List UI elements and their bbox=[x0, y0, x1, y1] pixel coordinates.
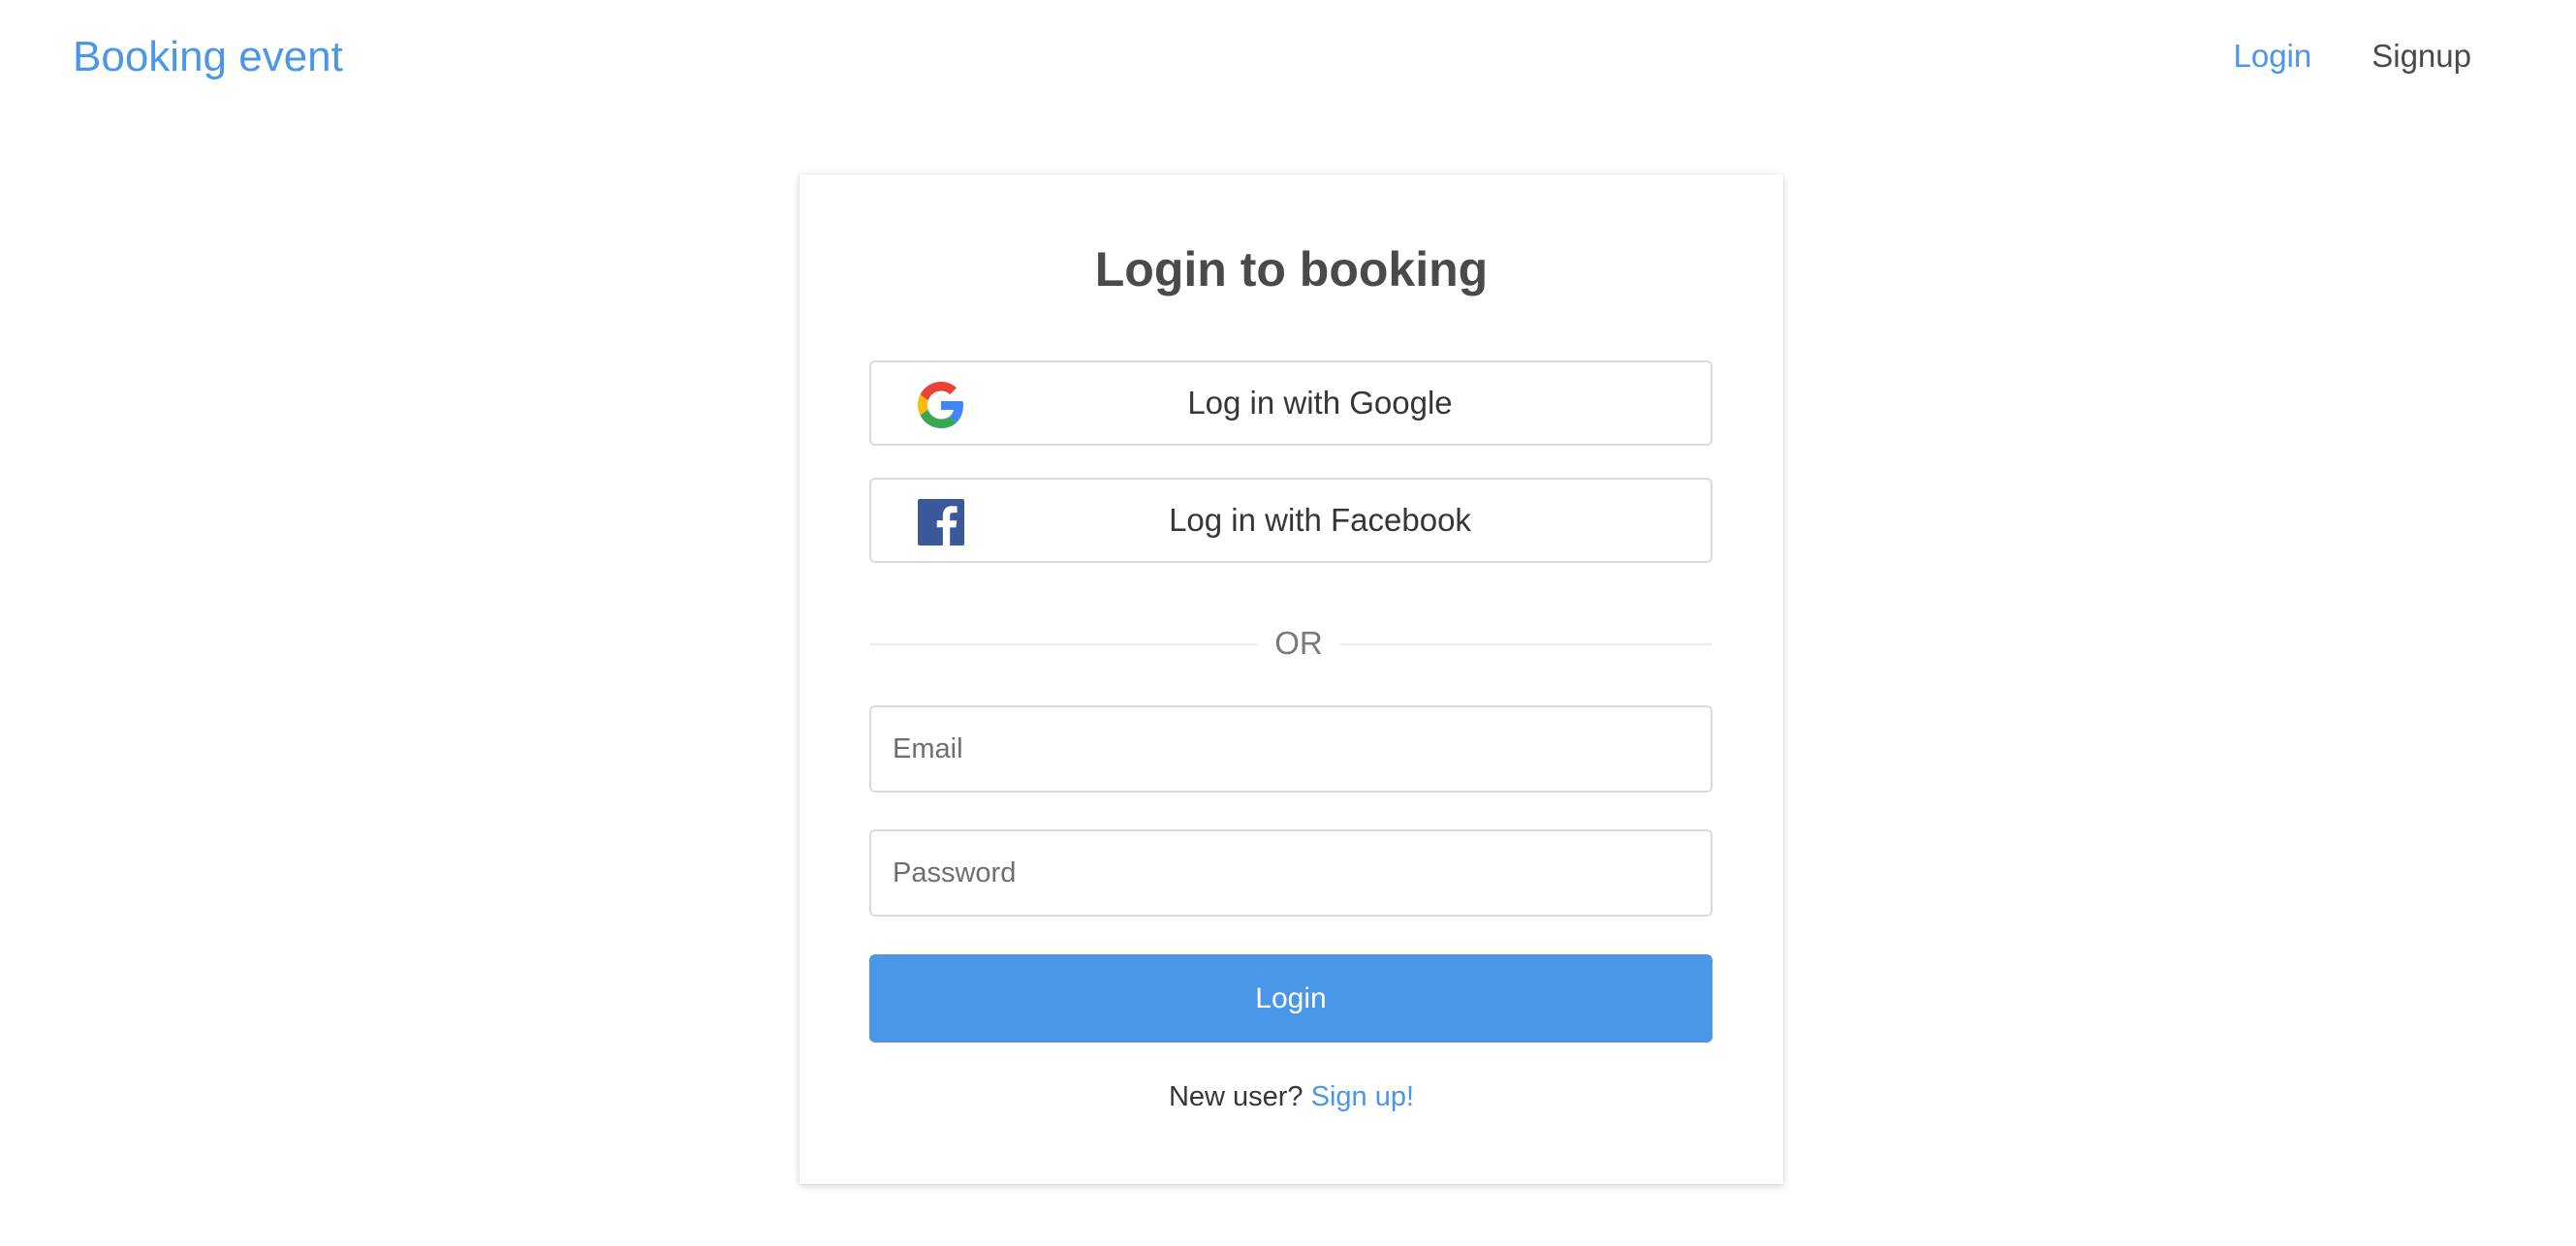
password-field[interactable] bbox=[869, 829, 1712, 917]
or-divider: OR bbox=[869, 622, 1712, 665]
navbar: Booking event Login Signup bbox=[0, 0, 2576, 116]
facebook-login-label: Log in with Facebook bbox=[1169, 502, 1471, 538]
google-login-button[interactable]: Log in with Google bbox=[869, 360, 1712, 446]
google-login-label: Log in with Google bbox=[1187, 385, 1453, 421]
nav-link-signup[interactable]: Signup bbox=[2372, 35, 2471, 78]
nav-link-login[interactable]: Login bbox=[2233, 35, 2311, 78]
email-field[interactable] bbox=[869, 705, 1712, 793]
nav-links: Login Signup bbox=[2233, 35, 2471, 78]
login-card: Login to booking Log in with Google Log … bbox=[800, 174, 1783, 1184]
new-user-text: New user? bbox=[1168, 1081, 1304, 1112]
divider-label: OR bbox=[1274, 625, 1323, 661]
signup-link[interactable]: Sign up! bbox=[1311, 1081, 1414, 1112]
login-submit-button[interactable]: Login bbox=[869, 954, 1712, 1043]
page-title: Login to booking bbox=[1094, 242, 1489, 296]
brand-logo-link[interactable]: Booking event bbox=[73, 32, 343, 82]
divider-line-left bbox=[869, 643, 1257, 645]
divider-line-right bbox=[1340, 643, 1712, 645]
facebook-login-button[interactable]: Log in with Facebook bbox=[869, 478, 1712, 563]
signup-prompt: New user? Sign up! bbox=[800, 1077, 1783, 1116]
